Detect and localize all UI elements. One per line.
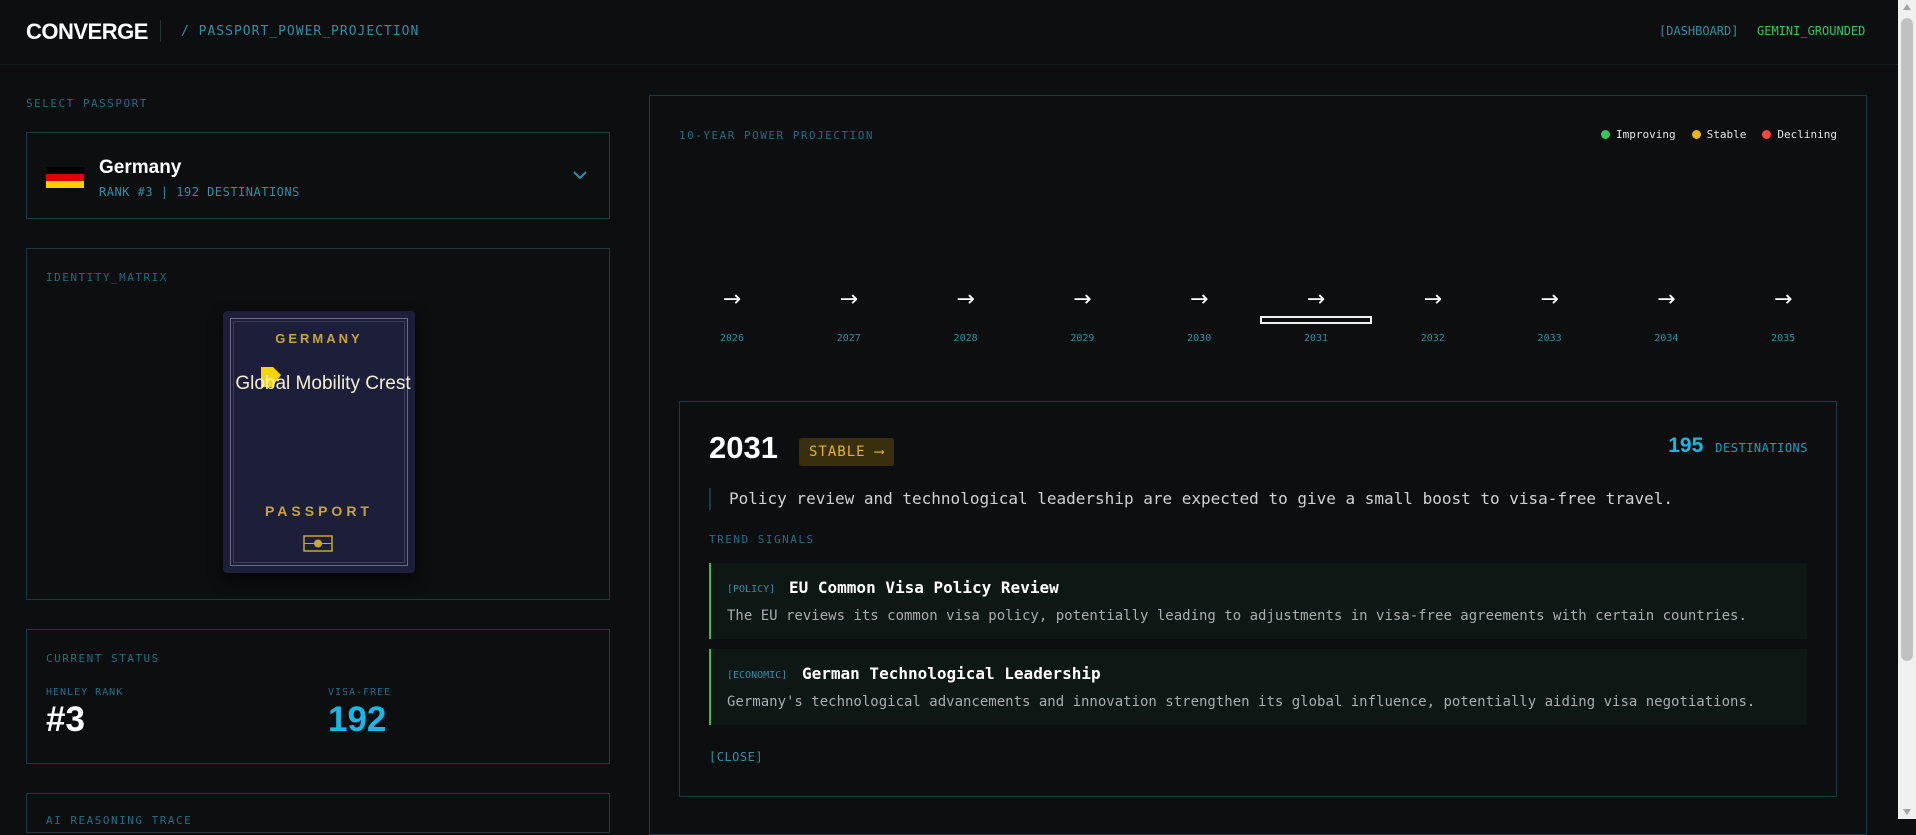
identity-matrix-panel: IDENTITY_MATRIX GERMANY Global Mobility … <box>26 248 610 600</box>
top-header: CONVERGE / PASSPORT_POWER_PROJECTION [DA… <box>0 0 1898 65</box>
destinations-value: 195 <box>1668 434 1704 457</box>
scroll-up-icon[interactable] <box>1903 4 1911 10</box>
trend-arrow-icon: → <box>839 287 859 312</box>
projection-title: 10-YEAR POWER PROJECTION <box>679 129 874 142</box>
year-label: 2027 <box>836 333 861 344</box>
year-selection-bar <box>1377 316 1489 324</box>
trend-arrow-icon: → <box>1773 287 1793 312</box>
year-2035-button[interactable]: → 2035 <box>1725 286 1841 344</box>
year-2031-button[interactable]: → 2031 <box>1258 286 1374 344</box>
year-2028-button[interactable]: → 2028 <box>908 286 1024 344</box>
detail-year: 2031 <box>709 430 778 465</box>
gemini-grounded-status: GEMINI_GROUNDED <box>1757 24 1866 38</box>
stable-dot-icon <box>1691 130 1701 139</box>
scroll-down-icon[interactable] <box>1903 809 1911 815</box>
year-selection-bar <box>676 316 788 324</box>
year-label: 2030 <box>1187 333 1212 344</box>
year-label: 2029 <box>1070 333 1095 344</box>
selected-country-name: Germany <box>99 157 182 178</box>
year-selection-bar <box>910 316 1022 324</box>
passport-select-dropdown[interactable]: Germany RANK #3 | 192 DESTINATIONS <box>26 132 610 219</box>
year-label: 2032 <box>1420 333 1445 344</box>
trend-arrow-icon: → <box>1073 287 1092 312</box>
destinations-label: DESTINATIONS <box>1715 441 1808 455</box>
year-selection-bar <box>1494 316 1606 324</box>
henley-rank-value: #3 <box>46 700 85 739</box>
identity-matrix-label: IDENTITY_MATRIX <box>46 271 168 284</box>
signal-category: [ECONOMIC] <box>727 670 788 681</box>
year-2029-button[interactable]: → 2029 <box>1024 286 1140 344</box>
signal-description: The EU reviews its common visa policy, p… <box>727 608 1747 624</box>
trend-arrow-icon: → <box>722 287 742 312</box>
destinations-count: 195 DESTINATIONS <box>1668 434 1808 458</box>
year-2027-button[interactable]: → 2027 <box>791 286 907 344</box>
select-passport-label: SELECT PASSPORT <box>26 97 148 110</box>
breadcrumb: / PASSPORT_POWER_PROJECTION <box>181 24 420 39</box>
declining-dot-icon <box>1762 130 1772 139</box>
signal-description: Germany's technological advancements and… <box>727 694 1756 710</box>
improving-dot-icon <box>1601 130 1611 139</box>
power-projection-panel: 10-YEAR POWER PROJECTION Improving Stabl… <box>649 95 1867 835</box>
projection-legend: Improving Stable Declining <box>1601 128 1837 141</box>
trend-signals-label: TREND SIGNALS <box>709 533 815 546</box>
legend-stable: Stable <box>1691 128 1746 141</box>
year-selection-bar <box>1026 316 1138 324</box>
page-scrollbar[interactable] <box>1898 0 1916 819</box>
signal-title: EU Common Visa Policy Review <box>789 578 1059 597</box>
scrollbar-thumb[interactable] <box>1901 18 1913 661</box>
trend-arrow-icon: → <box>1540 287 1559 312</box>
legend-improving: Improving <box>1601 128 1676 141</box>
year-label: 2031 <box>1303 333 1329 344</box>
chevron-down-icon[interactable] <box>573 165 587 184</box>
henley-rank-label: HENLEY RANK <box>46 687 124 698</box>
projection-summary: Policy review and technological leadersh… <box>709 488 1673 510</box>
trend-status-badge: STABLE ⟶ <box>799 438 895 466</box>
year-selection-bar <box>1727 316 1839 324</box>
current-status-label: CURRENT STATUS <box>46 652 160 665</box>
trend-arrow-icon: → <box>1423 287 1443 312</box>
visa-free-label: VISA-FREE <box>328 687 392 698</box>
year-2033-button[interactable]: → 2033 <box>1492 286 1608 344</box>
year-selection-bar <box>1610 316 1722 324</box>
ai-reasoning-trace-label: AI REASONING TRACE <box>46 814 193 827</box>
signal-title: German Technological Leadership <box>802 664 1101 683</box>
selected-country-subtitle: RANK #3 | 192 DESTINATIONS <box>99 185 300 199</box>
year-2032-button[interactable]: → 2032 <box>1375 286 1491 344</box>
passport-cover-image: GERMANY Global Mobility Crest PASSPORT <box>223 311 415 573</box>
year-label: 2028 <box>953 333 978 344</box>
close-button[interactable]: [CLOSE] <box>709 750 763 764</box>
passport-word-text: PASSPORT <box>265 503 373 519</box>
signal-category: [POLICY] <box>727 584 776 595</box>
year-timeline: → 2026 → 2027 → 2028 → 2029 → 2030 → 2031 → 2032 → 2033… <box>679 286 1819 356</box>
year-selection-bar <box>793 316 905 324</box>
year-selection-bar <box>1260 316 1372 324</box>
year-label: 2026 <box>719 333 745 344</box>
dashboard-link[interactable]: [DASHBOARD] <box>1659 24 1738 38</box>
year-2030-button[interactable]: → 2030 <box>1141 286 1257 344</box>
trend-arrow-icon: → <box>1189 287 1209 312</box>
visa-free-value: 192 <box>328 700 387 739</box>
trend-signal-card: [POLICY] EU Common Visa Policy Review Th… <box>709 563 1807 639</box>
germany-flag-icon <box>46 167 84 188</box>
header-divider <box>160 20 161 42</box>
current-status-panel: CURRENT STATUS HENLEY RANK #3 VISA-FREE … <box>26 629 610 764</box>
year-label: 2035 <box>1771 333 1796 344</box>
year-selection-bar <box>1143 316 1255 324</box>
legend-declining: Declining <box>1762 128 1837 141</box>
ai-reasoning-trace-panel: AI REASONING TRACE <box>26 793 610 833</box>
passport-country-text: GERMANY <box>275 331 363 346</box>
year-2026-button[interactable]: → 2026 <box>674 286 790 344</box>
year-detail-card: 2031 STABLE ⟶ 195 DESTINATIONS Policy re… <box>679 401 1837 797</box>
passport-crest-text: Global Mobility Crest <box>235 373 411 394</box>
trend-signal-card: [ECONOMIC] German Technological Leadersh… <box>709 649 1807 725</box>
year-label: 2034 <box>1654 333 1679 344</box>
app-logo[interactable]: CONVERGE <box>26 19 148 45</box>
biometric-chip-icon <box>303 535 333 552</box>
trend-arrow-icon: → <box>956 287 975 312</box>
trend-arrow-icon: → <box>1657 287 1676 312</box>
year-label: 2033 <box>1537 333 1562 344</box>
year-2034-button[interactable]: → 2034 <box>1608 286 1724 344</box>
trend-arrow-icon: → <box>1306 287 1326 312</box>
